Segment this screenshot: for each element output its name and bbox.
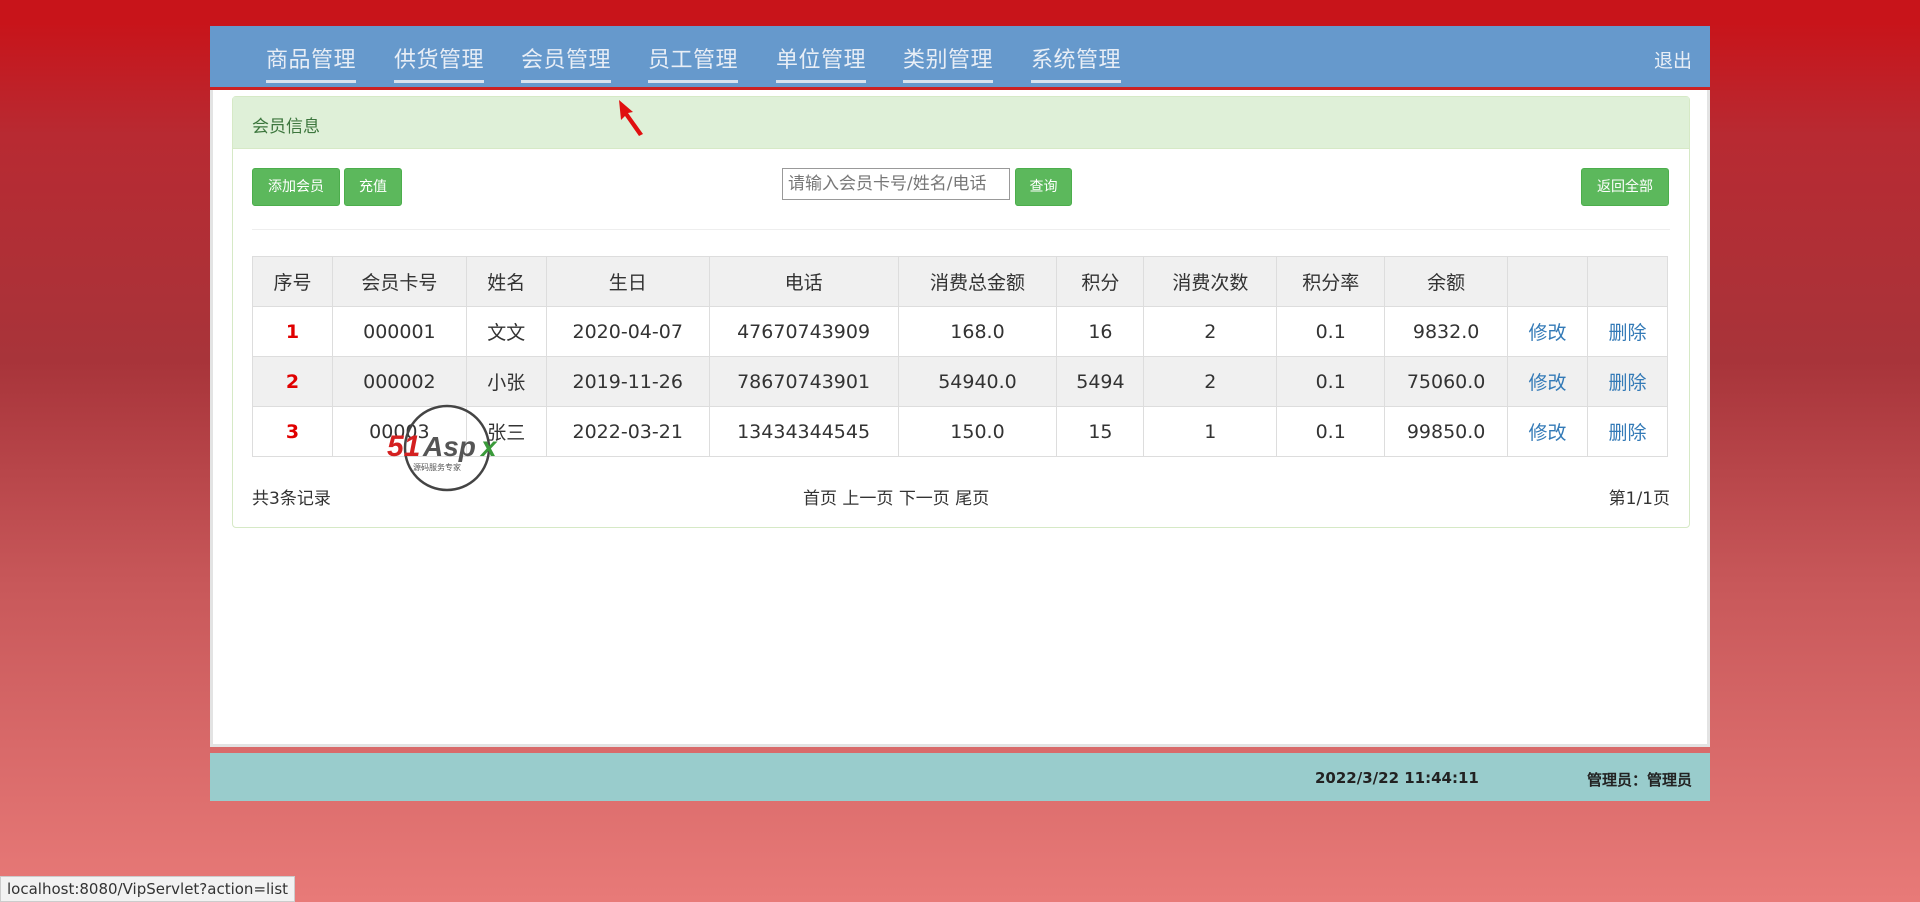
row-rate: 0.1	[1276, 406, 1386, 457]
column-header-card: 会员卡号	[331, 256, 467, 307]
row-times: 1	[1143, 406, 1278, 457]
footer-bar: 2022/3/22 11:44:11 管理员：管理员	[210, 753, 1710, 801]
row-points: 16	[1056, 306, 1145, 357]
row-balance: 99850.0	[1384, 406, 1509, 457]
column-header-edit	[1507, 256, 1588, 307]
back-to-all-button[interactable]: 返回全部	[1581, 168, 1669, 206]
next-page-link[interactable]: 下一页	[899, 489, 950, 509]
row-times: 2	[1143, 356, 1278, 407]
total-records: 共3条记录	[252, 489, 331, 509]
delete-link[interactable]: 删除	[1587, 356, 1668, 407]
nav-item-categories[interactable]: 类别管理	[903, 42, 994, 83]
page-info: 第1/1页	[1608, 489, 1670, 509]
edit-link[interactable]: 修改	[1507, 406, 1588, 457]
nav-item-units[interactable]: 单位管理	[776, 42, 867, 83]
nav-item-goods[interactable]: 商品管理	[266, 42, 357, 83]
table-header-row: 序号 会员卡号 姓名 生日 电话 消费总金额 积分 消费次数 积分率 余额	[252, 256, 1668, 307]
column-header-balance: 余额	[1384, 256, 1509, 307]
row-rate: 0.1	[1276, 306, 1386, 357]
column-header-birthday: 生日	[545, 256, 710, 307]
svg-text:x: x	[479, 431, 498, 462]
row-index: 2	[252, 356, 333, 407]
row-rate: 0.1	[1276, 356, 1386, 407]
row-total: 54940.0	[897, 356, 1058, 407]
row-index: 3	[252, 406, 333, 457]
logout-link[interactable]: 退出	[1654, 46, 1692, 73]
row-birthday: 2019-11-26	[545, 356, 710, 407]
row-card: 000002	[331, 356, 467, 407]
row-birthday: 2020-04-07	[545, 306, 710, 357]
svg-text:源码服务专家: 源码服务专家	[413, 462, 461, 472]
row-total: 150.0	[897, 406, 1058, 457]
column-header-rate: 积分率	[1276, 256, 1386, 307]
row-card: 000001	[331, 306, 467, 357]
nav-item-system[interactable]: 系统管理	[1031, 42, 1122, 83]
footer-datetime: 2022/3/22 11:44:11	[1315, 769, 1479, 787]
svg-text:51: 51	[387, 430, 420, 463]
nav-item-supply[interactable]: 供货管理	[394, 42, 485, 83]
column-header-total: 消费总金额	[897, 256, 1058, 307]
edit-link[interactable]: 修改	[1507, 356, 1588, 407]
nav-item-members[interactable]: 会员管理	[521, 42, 612, 83]
row-phone: 47670743909	[708, 306, 899, 357]
edit-link[interactable]: 修改	[1507, 306, 1588, 357]
column-header-times: 消费次数	[1143, 256, 1278, 307]
table-row: 1 000001 文文 2020-04-07 47670743909 168.0…	[252, 306, 1668, 357]
search-input[interactable]	[782, 168, 1010, 200]
query-button[interactable]: 查询	[1015, 168, 1072, 206]
cursor-arrow-icon	[617, 98, 647, 138]
row-points: 15	[1056, 406, 1145, 457]
watermark-logo: 51 Asp x 源码服务专家	[385, 404, 515, 492]
column-header-delete	[1587, 256, 1668, 307]
delete-link[interactable]: 删除	[1587, 406, 1668, 457]
row-total: 168.0	[897, 306, 1058, 357]
row-index: 1	[252, 306, 333, 357]
first-page-link[interactable]: 首页	[803, 489, 837, 509]
column-header-index: 序号	[252, 256, 333, 307]
browser-status-bar: localhost:8080/VipServlet?action=list	[0, 876, 296, 902]
footer-admin: 管理员：管理员	[1586, 771, 1692, 789]
column-header-points: 积分	[1056, 256, 1145, 307]
row-name: 小张	[465, 356, 547, 407]
last-page-link[interactable]: 尾页	[955, 489, 989, 509]
delete-link[interactable]: 删除	[1587, 306, 1668, 357]
table-row: 2 000002 小张 2019-11-26 78670743901 54940…	[252, 356, 1668, 407]
top-navigation: 商品管理 供货管理 会员管理 员工管理 单位管理 类别管理 系统管理 退出	[210, 26, 1710, 90]
row-balance: 9832.0	[1384, 306, 1509, 357]
prev-page-link[interactable]: 上一页	[842, 489, 893, 509]
row-times: 2	[1143, 306, 1278, 357]
panel-title: 会员信息	[233, 97, 1689, 149]
column-header-phone: 电话	[708, 256, 899, 307]
column-header-name: 姓名	[465, 256, 547, 307]
divider	[252, 229, 1670, 230]
row-points: 5494	[1056, 356, 1145, 407]
pagination: 首页 上一页 下一页 尾页	[803, 484, 989, 509]
add-member-button[interactable]: 添加会员	[252, 168, 340, 206]
row-balance: 75060.0	[1384, 356, 1509, 407]
row-birthday: 2022-03-21	[545, 406, 710, 457]
row-name: 文文	[465, 306, 547, 357]
recharge-button[interactable]: 充值	[344, 168, 402, 206]
row-phone: 78670743901	[708, 356, 899, 407]
row-phone: 13434344545	[708, 406, 899, 457]
nav-item-staff[interactable]: 员工管理	[648, 42, 739, 83]
svg-text:Asp: Asp	[422, 431, 476, 462]
